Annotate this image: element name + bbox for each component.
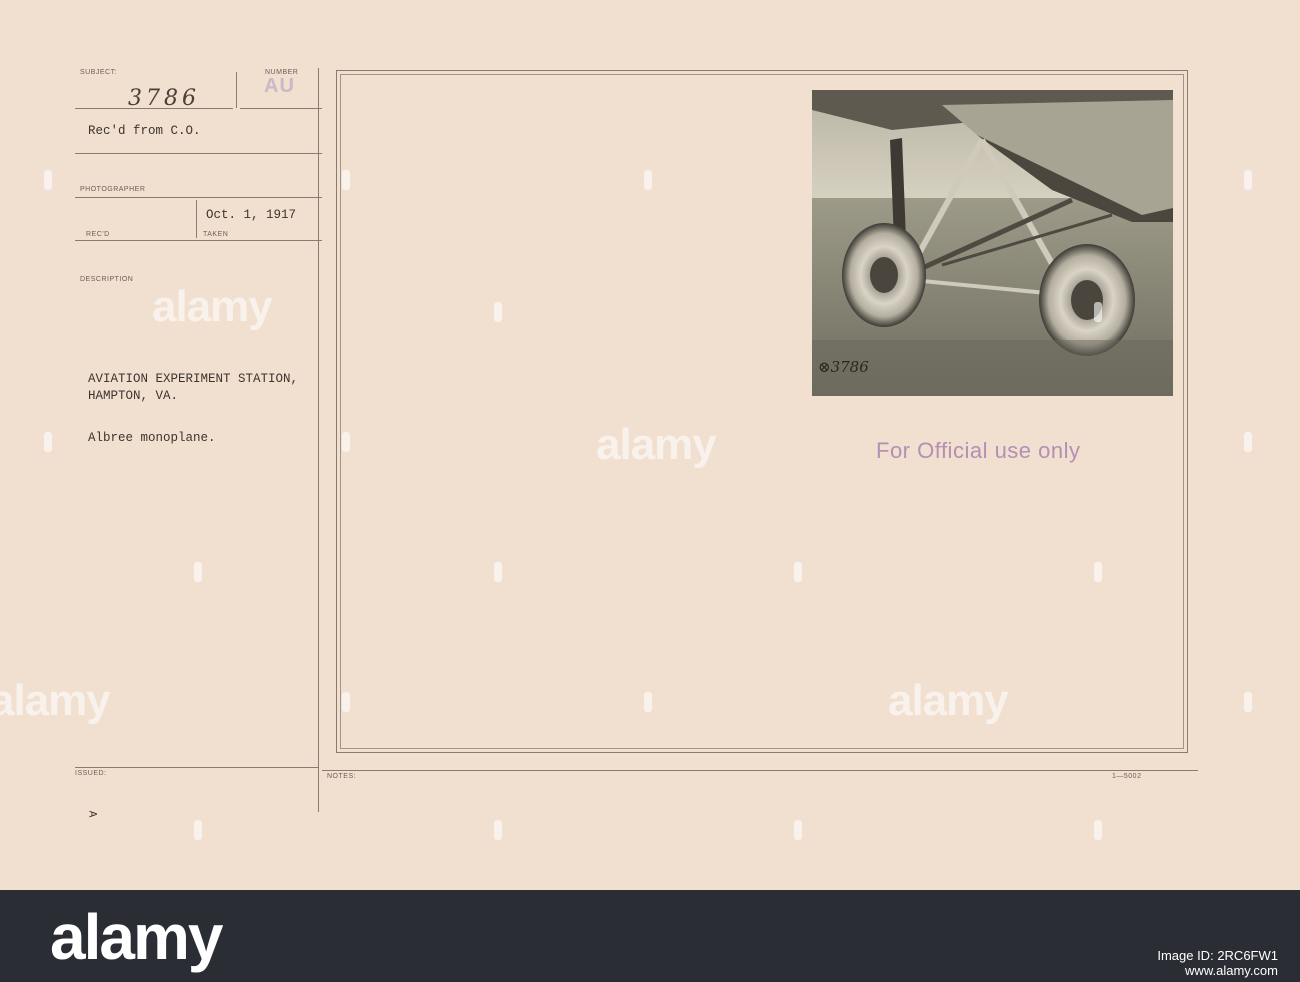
watermark-mark	[44, 170, 52, 190]
issued-rule	[75, 767, 318, 768]
photographer-label: PHOTOGRAPHER	[80, 186, 146, 193]
alamy-logo: alamy	[50, 901, 223, 973]
image-id-block: Image ID: 2RC6FW1 www.alamy.com	[1157, 948, 1278, 978]
subject-label: SUBJECT:	[80, 69, 118, 76]
watermark-mark	[494, 820, 502, 840]
watermark-mark	[1094, 820, 1102, 840]
taken-label: TAKEN	[203, 231, 229, 238]
watermark-mark	[1094, 562, 1102, 582]
number-value: AU	[264, 75, 295, 97]
description-line2: HAMPTON, VA.	[88, 389, 179, 403]
watermark-mark	[644, 692, 652, 712]
watermark-mark	[194, 820, 202, 840]
watermark-mark	[494, 562, 502, 582]
watermark-mark	[1244, 692, 1252, 712]
landing-gear-image	[812, 90, 1173, 396]
description-line1: AVIATION EXPERIMENT STATION,	[88, 372, 299, 386]
date-divider	[196, 200, 197, 238]
received-rule	[75, 153, 322, 154]
official-use-stamp: For Official use only	[876, 438, 1081, 463]
watermark-mark	[794, 820, 802, 840]
corner-mark: A	[85, 810, 98, 818]
issued-label: ISSUED:	[75, 770, 107, 777]
date-rule	[75, 240, 322, 241]
watermark-mark	[1244, 432, 1252, 452]
subject-divider	[236, 72, 237, 108]
site-url: www.alamy.com	[1185, 963, 1278, 978]
date-taken: Oct. 1, 1917	[206, 208, 297, 222]
watermark-mark	[342, 692, 350, 712]
notes-label: NOTES:	[327, 773, 357, 780]
panel-separator	[318, 68, 319, 812]
aircraft-photo: ⊗3786	[812, 90, 1173, 396]
watermark-mark	[494, 302, 502, 322]
notes-rule	[322, 770, 1198, 771]
record-card: SUBJECT: 3786 NUMBER AU Rec'd from C.O. …	[0, 0, 1300, 890]
description-label: DESCRIPTION	[80, 276, 134, 283]
description-line3: Albree monoplane.	[88, 431, 216, 445]
received-from: Rec'd from C.O.	[88, 124, 201, 138]
negative-number: ⊗3786	[818, 358, 869, 376]
watermark: alamy	[0, 676, 111, 725]
watermark-mark	[342, 170, 350, 190]
form-code: 1—5002	[1112, 773, 1142, 780]
watermark-mark	[342, 432, 350, 452]
subject-rule	[75, 108, 233, 109]
watermark-mark	[644, 170, 652, 190]
watermark-mark	[794, 562, 802, 582]
image-id-label: Image ID:	[1157, 948, 1214, 963]
image-id: 2RC6FW1	[1217, 948, 1278, 963]
photographer-rule	[75, 197, 322, 198]
watermark-mark	[194, 562, 202, 582]
watermark: alamy	[152, 282, 273, 331]
recd-label: REC'D	[86, 231, 110, 238]
watermark: alamy	[888, 676, 1009, 725]
number-rule	[240, 108, 322, 109]
watermark: alamy	[596, 420, 717, 469]
watermark-mark	[1094, 302, 1102, 322]
watermark-mark	[44, 432, 52, 452]
alamy-footer: alamy Image ID: 2RC6FW1 www.alamy.com	[0, 890, 1300, 982]
watermark-mark	[1244, 170, 1252, 190]
